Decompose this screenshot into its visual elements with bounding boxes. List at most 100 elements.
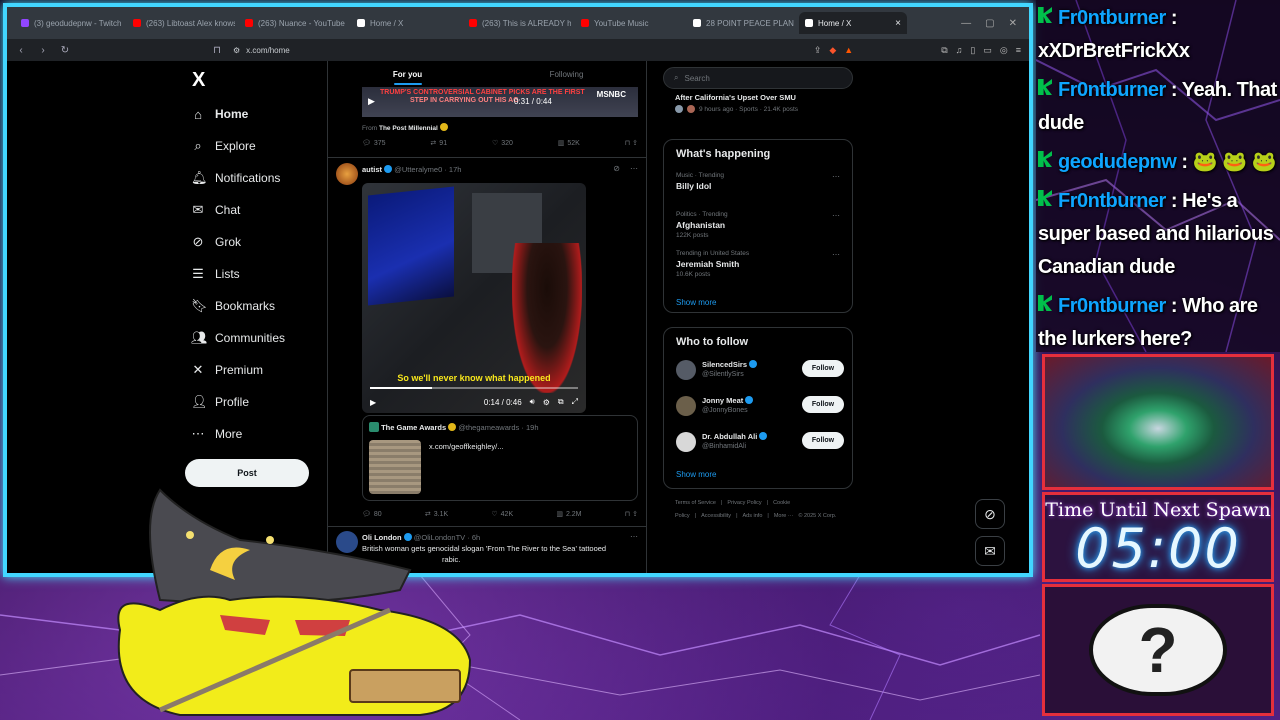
share-icon[interactable]: ⇪ [814,45,822,56]
browser-tab[interactable]: Home / X [351,12,459,34]
chat-message: geodudepnw : 🐸 🐸 🐸 [1036,144,1280,183]
browser-tab[interactable]: (263) Libtoast Alex knows De [127,12,235,34]
trend-item[interactable]: Politics · Trending Afghanistan 122K pos… [676,211,844,239]
tweet-video[interactable]: So we'll never know what happened ▶ 0:14… [362,183,586,413]
views-button[interactable]: ▥ 52K [558,139,580,148]
sidebar-item-profile[interactable]: 👤︎ Profile [191,392,249,412]
reply-button[interactable]: 💬︎ 375 [362,139,386,148]
follow-suggestion[interactable]: Dr. Abdullah Ali @BinhamidAli Follow [676,430,844,458]
whats-happening-panel: What's happening Music · Trending Billy … [663,139,853,313]
url-field[interactable]: ⚙ x.com/home [233,46,804,55]
extension-icon[interactable]: ⧉ [941,45,947,56]
vpn-icon[interactable]: ◎ [1000,45,1008,56]
right-sidebar: ⌕ Search After California's Upset Over S… [663,61,853,573]
sidebar-item-more[interactable]: ⋯ More [191,424,243,444]
maximize-icon[interactable]: ▢ [985,18,994,29]
footer-separator: | [736,513,738,519]
avatar[interactable] [336,163,358,185]
like-button[interactable]: ♡ 320 [492,139,513,148]
sidebar-item-grok[interactable]: ⊘ Grok [191,232,241,252]
more-options-icon[interactable]: ⋯ [832,211,840,220]
reload-icon[interactable]: ↻ [59,45,71,56]
footer-link[interactable]: Privacy Policy [727,500,761,506]
video-progress-bar[interactable] [370,387,578,389]
show-more-link[interactable]: Show more [676,298,716,307]
browser-tab[interactable]: (263) Nuance - YouTube [239,12,347,34]
footer-link[interactable]: Terms of Service [675,500,716,506]
music-icon[interactable]: ♫ [956,45,963,56]
sidebar-icon[interactable]: ▯ [970,45,975,56]
grok-floating-button[interactable]: ⊘ [975,499,1005,529]
grok-explain-icon[interactable]: ⊘ [613,164,620,173]
play-icon[interactable]: ▶ [368,96,375,107]
messages-floating-button[interactable]: ✉ [975,536,1005,566]
trend-item[interactable]: Music · Trending Billy Idol ⋯ [676,172,844,191]
bookmark-page-icon[interactable]: ⊓ [211,45,223,56]
verified-icon [745,396,754,404]
search-input[interactable]: ⌕ Search [663,67,853,89]
follow-button[interactable]: Follow [802,396,844,413]
more-options-icon[interactable]: ⋯ [832,250,840,259]
sidebar-item-communities[interactable]: 👥︎ Communities [191,328,285,348]
trend-peek-title[interactable]: After California's Upset Over SMU [675,93,796,102]
close-window-icon[interactable]: ✕ [1009,18,1017,29]
footer-link[interactable]: Ads info [743,513,763,519]
trend-category: Politics · Trending [676,211,728,218]
tweet-author[interactable]: autist [362,165,382,174]
settings-icon[interactable]: ⚙ [543,398,550,407]
footer-link[interactable]: © 2025 X Corp. [798,513,836,519]
footer-link[interactable]: Accessibility [701,513,731,519]
browser-tab[interactable]: (263) This is ALREADY happen [463,12,571,34]
minimize-icon[interactable]: — [961,18,971,29]
bookmark-button[interactable]: ⊓ ⇪ [625,139,638,147]
sidebar-item-explore[interactable]: ⌕ Explore [191,136,255,156]
bookmark-button[interactable]: ⊓ ⇪ [625,510,638,518]
quote-header: The Game Awards @thegameawards · 19h [369,422,539,432]
browser-tab[interactable]: 28 POINT PEACE PLAN - Sec [687,12,795,34]
more-options-icon[interactable]: ⋯ [832,172,840,181]
play-icon[interactable]: ▶ [370,398,376,407]
sidebar-item-premium[interactable]: ✕ Premium [191,360,263,380]
wallet-icon[interactable]: ▭ [983,45,992,56]
back-icon[interactable]: ‹ [15,45,27,56]
follow-button[interactable]: Follow [802,360,844,377]
volume-icon[interactable]: 🔊︎ [530,397,535,407]
tab-following[interactable]: Following [487,61,646,87]
trend-item[interactable]: Trending in United States Jeremiah Smith… [676,250,844,278]
from-source-name[interactable]: The Post Millennial [379,125,438,132]
forward-icon[interactable]: › [37,45,49,56]
show-more-link[interactable]: Show more [676,470,716,479]
more-options-icon[interactable]: ⋯ [630,164,638,173]
top-post-video[interactable]: ▶ TRUMP'S CONTROVERSIAL CABINET PICKS AR… [362,87,638,117]
footer-link[interactable]: More ··· [774,513,794,519]
follow-suggestion[interactable]: SilencedSirs @SilentlySirs Follow [676,358,844,386]
follow-button[interactable]: Follow [802,432,844,449]
sidebar-item-lists[interactable]: ☰ Lists [191,264,240,284]
close-tab-icon[interactable]: × [895,18,901,29]
sidebar-item-home[interactable]: ⌂ Home [191,104,248,124]
tab-for-you[interactable]: For you [328,61,487,87]
tab-bar: (3) geodudepnw - Twitch (263) Libtoast Al… [7,7,1029,39]
site-info-icon[interactable]: ⚙ [233,46,240,55]
browser-tab[interactable]: Home / X × [799,12,907,34]
menu-icon[interactable]: ≡ [1016,45,1021,56]
repost-button[interactable]: ⇄ 91 [430,139,447,148]
more-options-icon[interactable]: ⋯ [630,532,638,541]
follow-suggestion[interactable]: Jonny Meat @JonnyBones Follow [676,394,844,422]
quote-link[interactable]: x.com/geoffkeighley/... [429,442,503,451]
brave-rewards-icon[interactable]: ▲ [844,45,853,56]
browser-tab[interactable]: YouTube Music [575,12,683,34]
tweet-handle[interactable]: @Utteralyme0 [394,165,442,174]
sidebar-item-bookmarks[interactable]: 🔖︎ Bookmarks [191,296,275,316]
browser-tab[interactable]: (3) geodudepnw - Twitch [15,12,123,34]
fullscreen-icon[interactable]: ⤢ [572,397,578,407]
tweet-time[interactable]: · 17h [444,165,461,174]
views-button[interactable]: ▥ 2.2M [556,510,581,519]
brave-shield-icon[interactable]: ◆ [829,45,836,56]
sidebar-item-notifications[interactable]: 🔔︎ Notifications [191,168,280,188]
sidebar-item-label: Home [215,107,249,121]
video-headline: TRUMP'S CONTROVERSIAL CABINET PICKS ARE … [380,89,585,96]
x-logo[interactable]: X [192,69,205,92]
sidebar-item-chat[interactable]: ✉ Chat [191,200,241,220]
pip-icon[interactable]: ⧉ [558,397,564,407]
